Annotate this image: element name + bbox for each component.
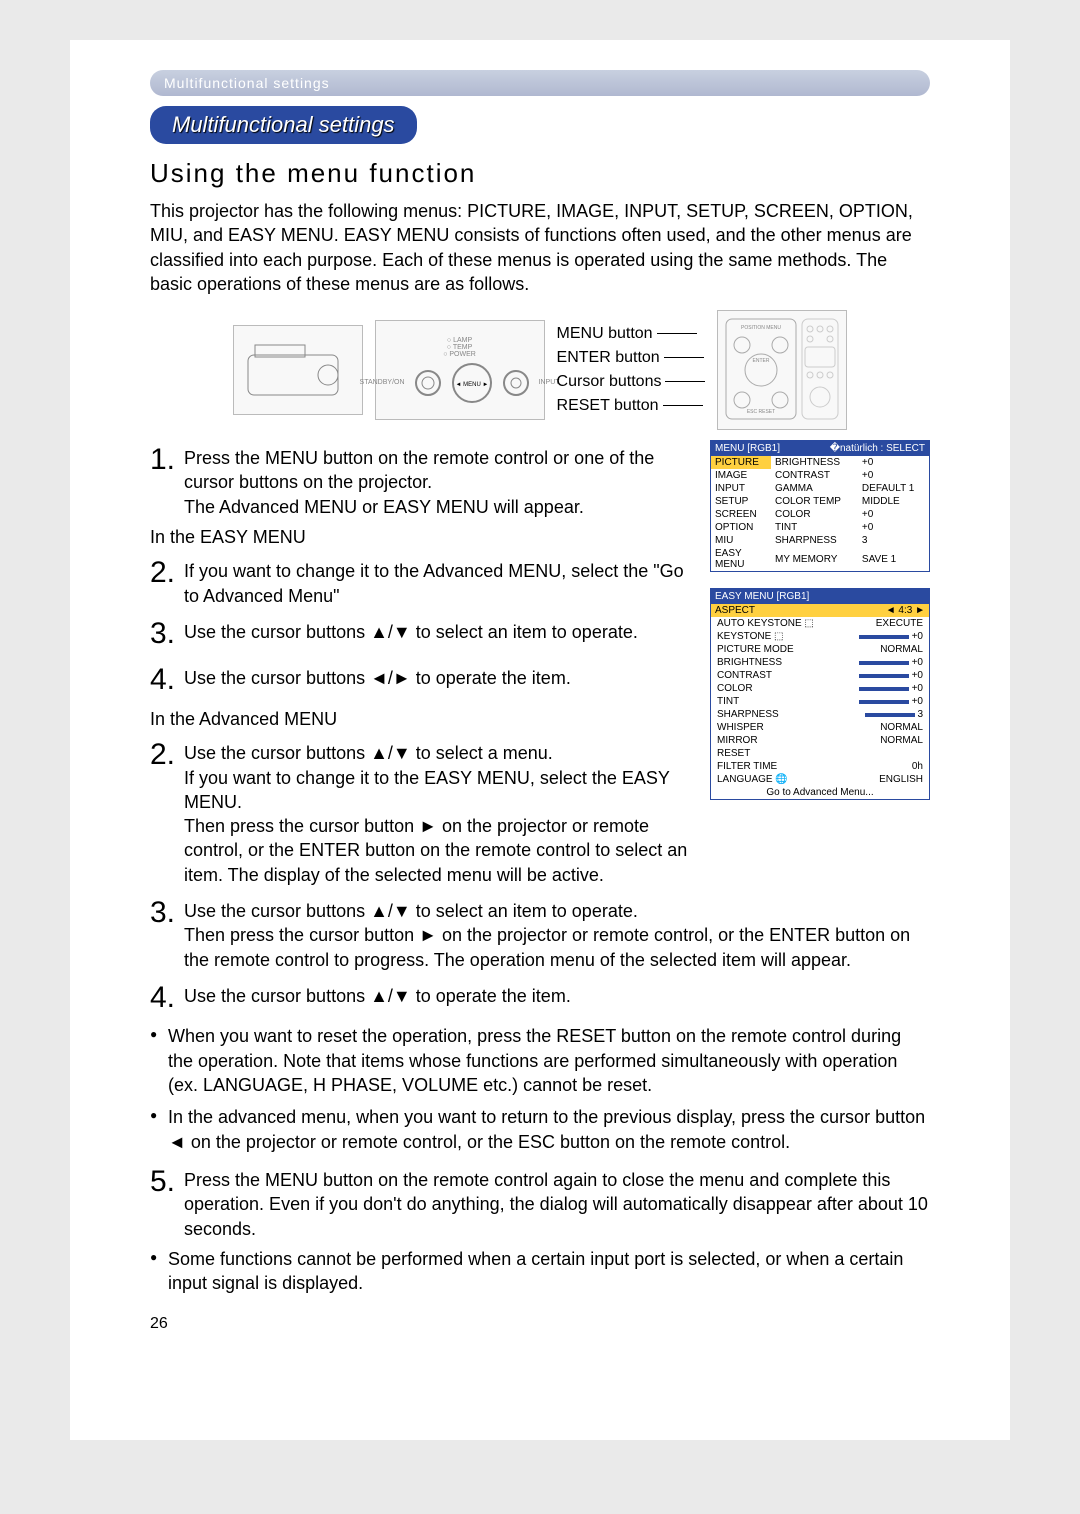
projector-illustration: [233, 325, 363, 415]
remote-icon: POSITION MENU ENTER ESC RESET: [722, 315, 842, 425]
easy-step-3: Use the cursor buttons ▲/▼ to select an …: [184, 614, 638, 655]
intro-text: This projector has the following menus: …: [150, 199, 930, 296]
page-number: 26: [150, 1315, 930, 1333]
bullet-3: Some functions cannot be performed when …: [150, 1247, 930, 1296]
breadcrumb: Multifunctional settings: [150, 70, 930, 96]
page-title: Using the menu function: [150, 158, 930, 189]
step-5-text: Press the MENU button on the remote cont…: [184, 1162, 930, 1241]
adv-step-3: Use the cursor buttons ▲/▼ to select an …: [184, 893, 930, 972]
temp-label: TEMP: [453, 344, 472, 351]
step-num-5: 5.: [150, 1162, 184, 1241]
osd1-left-0: PICTURE: [711, 456, 771, 469]
bullet-2: In the advanced menu, when you want to r…: [150, 1105, 930, 1154]
page: Multifunctional settings Multifunctional…: [70, 40, 1010, 1440]
osd1-title-right: �natürlich : SELECT: [830, 443, 925, 454]
menu-button-label: MENU button: [557, 325, 653, 342]
adv-step-4: Use the cursor buttons ▲/▼ to operate th…: [184, 978, 571, 1019]
step-num-e4: 4.: [150, 660, 184, 701]
reset-button-label: RESET button: [557, 397, 659, 414]
enter-button-label: ENTER button: [557, 349, 660, 366]
control-panel-illustration: ○ LAMP ○ TEMP ○ POWER STANDBY/ON ◄ MENU …: [375, 320, 545, 420]
button-labels: MENU button ENTER button Cursor buttons …: [557, 325, 706, 415]
step-num-e3: 3.: [150, 614, 184, 655]
diagram-row: ○ LAMP ○ TEMP ○ POWER STANDBY/ON ◄ MENU …: [150, 310, 930, 430]
section-pill: Multifunctional settings: [150, 106, 417, 144]
svg-text:ESC RESET: ESC RESET: [747, 409, 775, 415]
standby-label: STANDBY/ON: [360, 379, 405, 386]
easy-menu-osd: EASY MENU [RGB1] ASPECT◄ 4:3 ► AUTO KEYS…: [710, 588, 930, 800]
step-num-e2: 2.: [150, 553, 184, 608]
easy-step-4: Use the cursor buttons ◄/► to operate th…: [184, 660, 571, 701]
step-1-text: Press the MENU button on the remote cont…: [184, 440, 700, 519]
advanced-menu-osd: MENU [RGB1] �natürlich : SELECT PICTUREB…: [710, 440, 930, 572]
osd1-title-left: MENU [RGB1]: [715, 443, 780, 454]
step-num-a4: 4.: [150, 978, 184, 1019]
osd2-footer: Go to Advanced Menu...: [766, 787, 873, 798]
remote-illustration: POSITION MENU ENTER ESC RESET: [717, 310, 847, 430]
adv-step-2: Use the cursor buttons ▲/▼ to select a m…: [184, 735, 700, 887]
easy-step-2: If you want to change it to the Advanced…: [184, 553, 700, 608]
lamp-label: LAMP: [453, 337, 472, 344]
power-label: POWER: [449, 351, 475, 358]
step-num-a2: 2.: [150, 735, 184, 887]
svg-text:POSITION MENU: POSITION MENU: [741, 325, 781, 331]
projector-icon: [243, 335, 353, 405]
menu-dpad-label: ◄ MENU ►: [455, 382, 488, 388]
svg-text:ENTER: ENTER: [753, 358, 770, 364]
step-num-a3: 3.: [150, 893, 184, 972]
step-num-1: 1.: [150, 440, 184, 519]
osd2-aspect-label: ASPECT: [715, 605, 755, 616]
osd-previews: MENU [RGB1] �natürlich : SELECT PICTUREB…: [710, 440, 930, 816]
cursor-buttons-label: Cursor buttons: [557, 373, 662, 390]
bullet-1: When you want to reset the operation, pr…: [150, 1024, 930, 1097]
osd2-title: EASY MENU [RGB1]: [715, 591, 809, 602]
